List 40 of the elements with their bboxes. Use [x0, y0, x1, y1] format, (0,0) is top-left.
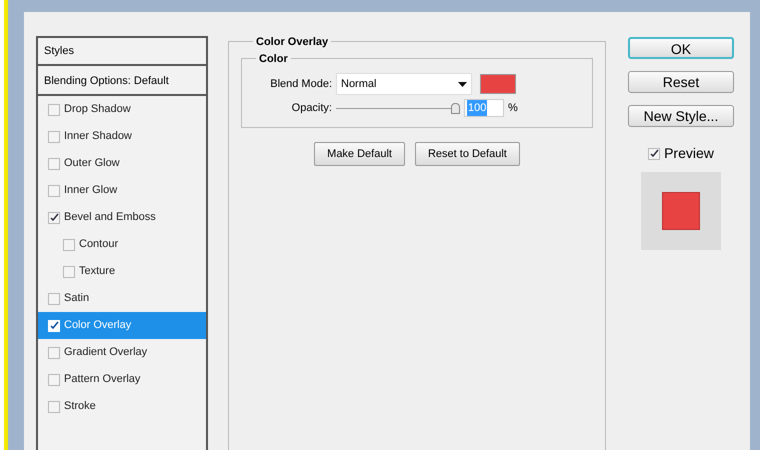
- blend-mode-dropdown[interactable]: Normal: [336, 73, 472, 95]
- blending-options-item[interactable]: Blending Options: Default: [38, 68, 206, 96]
- dialog-button[interactable]: OK: [628, 37, 734, 59]
- checkbox[interactable]: [48, 346, 60, 358]
- styles-header[interactable]: Styles: [38, 38, 206, 66]
- group-title: Color Overlay: [253, 34, 332, 50]
- slider-thumb[interactable]: [451, 102, 460, 114]
- style-list-item[interactable]: Satin: [38, 285, 206, 312]
- caret-icon: [458, 82, 467, 86]
- style-list-item[interactable]: Gradient Overlay: [38, 339, 206, 366]
- checkbox[interactable]: [48, 400, 60, 412]
- style-list-item[interactable]: Pattern Overlay: [38, 366, 206, 393]
- checkbox[interactable]: [48, 292, 60, 304]
- style-list-item[interactable]: Drop Shadow: [38, 96, 206, 123]
- checkbox[interactable]: [48, 212, 60, 224]
- checkbox[interactable]: [48, 130, 60, 142]
- checkbox[interactable]: [48, 158, 60, 170]
- style-list-item[interactable]: Bevel and Emboss: [38, 204, 206, 231]
- panel-button[interactable]: Make Default: [314, 142, 405, 166]
- style-list-item[interactable]: Inner Shadow: [38, 123, 206, 150]
- unit-label: %: [508, 100, 518, 116]
- style-list-item[interactable]: Texture: [38, 258, 206, 285]
- checkbox[interactable]: [48, 374, 60, 386]
- dialog-button[interactable]: New Style...: [628, 105, 734, 127]
- field-label: Blend Mode:: [269, 76, 332, 92]
- checkbox[interactable]: [648, 148, 660, 160]
- style-list-item[interactable]: Inner Glow: [38, 177, 206, 204]
- dialog-button[interactable]: Reset: [628, 71, 734, 93]
- checkbox[interactable]: [48, 184, 60, 196]
- checkbox[interactable]: [63, 266, 75, 278]
- style-list-item[interactable]: Contour: [38, 231, 206, 258]
- field-label: Opacity:: [290, 100, 332, 116]
- opacity-slider[interactable]: [336, 102, 460, 114]
- color-swatch[interactable]: [480, 74, 516, 94]
- style-list-item[interactable]: Outer Glow: [38, 150, 206, 177]
- preview-label: Preview: [664, 144, 714, 163]
- panel-button[interactable]: Reset to Default: [414, 142, 520, 166]
- checkbox[interactable]: [63, 238, 75, 250]
- style-list-item[interactable]: Stroke: [38, 393, 206, 420]
- checkbox[interactable]: [48, 104, 60, 116]
